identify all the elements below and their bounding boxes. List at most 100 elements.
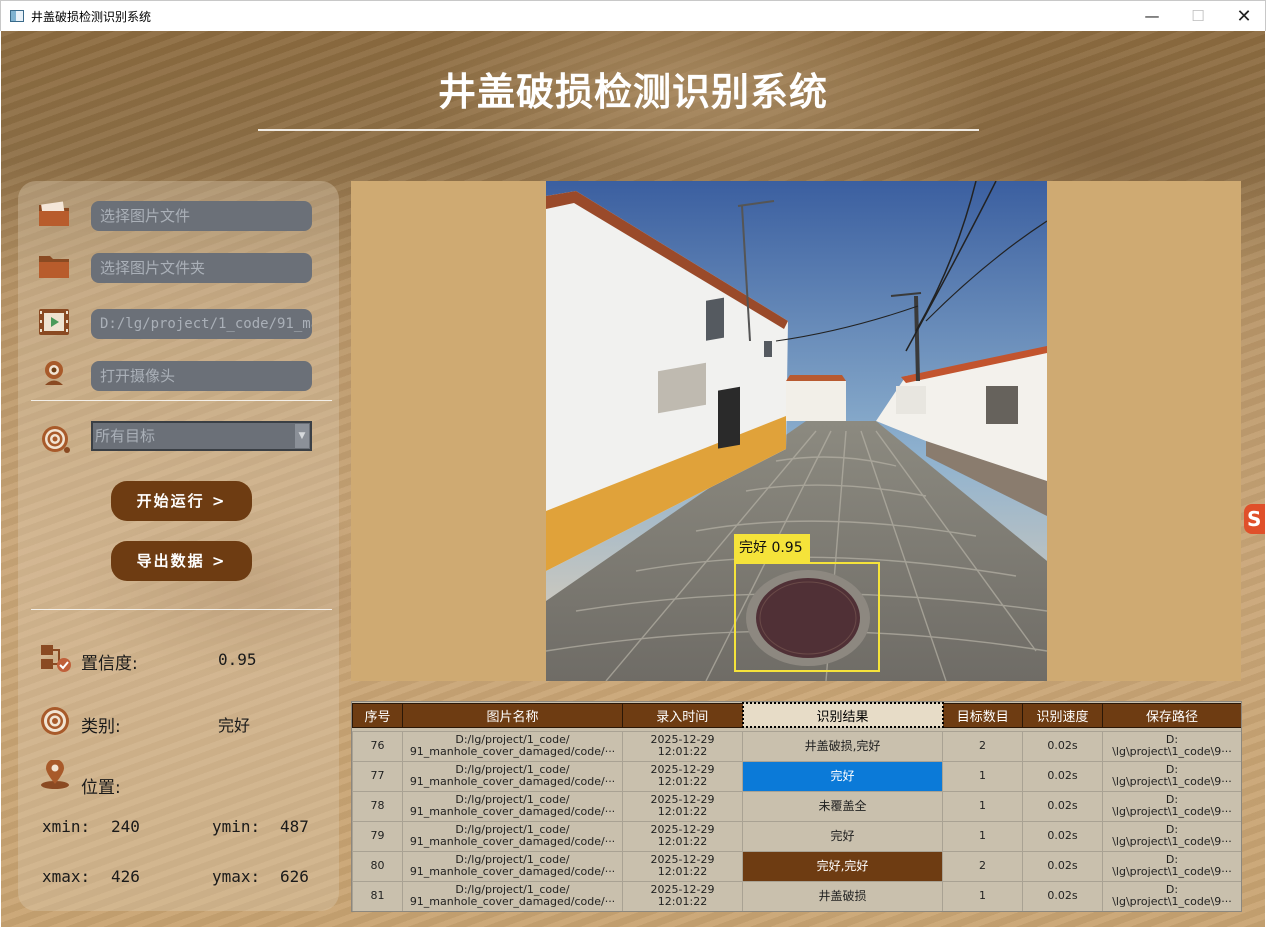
- cell-image-name: D:/lg/project/1_code/91_manhole_cover_da…: [402, 730, 623, 762]
- table-row[interactable]: 80 D:/lg/project/1_code/91_manhole_cover…: [352, 850, 1241, 882]
- table-row[interactable]: 76 D:/lg/project/1_code/91_manhole_cover…: [352, 730, 1241, 762]
- cell-result: 完好: [742, 820, 943, 852]
- detection-box: [734, 562, 880, 672]
- video-file-input[interactable]: D:/lg/project/1_code/91_manhole_cover_da…: [91, 309, 312, 339]
- table-row[interactable]: 78 D:/lg/project/1_code/91_manhole_cover…: [352, 790, 1241, 822]
- cell-entry-time: 2025-12-29 12:01:22: [622, 850, 743, 882]
- ymax-value: 626: [280, 867, 309, 886]
- cell-index: 81: [352, 880, 403, 911]
- cell-index: 80: [352, 850, 403, 882]
- cell-speed: 0.02s: [1022, 850, 1103, 882]
- webcam-icon: [45, 361, 63, 385]
- xmin-label: xmin:: [42, 817, 91, 836]
- table-row[interactable]: 77 D:/lg/project/1_code/91_manhole_cover…: [352, 760, 1241, 792]
- cell-entry-time: 2025-12-29 12:01:22: [622, 790, 743, 822]
- class-label: 类别:: [81, 717, 121, 737]
- col-header-save-path[interactable]: 保存路径: [1102, 702, 1241, 728]
- export-button[interactable]: 导出数据 >: [111, 541, 252, 581]
- cell-result-selected: 完好: [742, 760, 943, 792]
- target-select-value: 所有目标: [95, 427, 156, 445]
- class-icon: [41, 707, 69, 735]
- position-label: 位置:: [81, 778, 121, 798]
- table-row[interactable]: 81 D:/lg/project/1_code/91_manhole_cover…: [352, 880, 1241, 911]
- cell-image-name: D:/lg/project/1_code/91_manhole_cover_da…: [402, 790, 623, 822]
- cell-speed: 0.02s: [1022, 820, 1103, 852]
- xmax-value: 426: [111, 867, 140, 886]
- confidence-icon: [41, 645, 71, 672]
- video-file-icon: [39, 309, 69, 335]
- col-header-result[interactable]: 识别结果: [741, 702, 944, 728]
- cell-index: 78: [352, 790, 403, 822]
- cell-result-highlighted: 完好,完好: [742, 850, 943, 882]
- control-panel: 选择图片文件 选择图片文件夹 D:/lg/project/1_code/91_m…: [18, 181, 339, 911]
- xmin-value: 240: [111, 817, 140, 836]
- cell-result: 井盖破损,完好: [742, 730, 943, 762]
- image-file-icon: [39, 201, 69, 226]
- start-button[interactable]: 开始运行 >: [111, 481, 252, 521]
- confidence-label: 置信度:: [81, 654, 138, 674]
- cell-image-name: D:/lg/project/1_code/91_manhole_cover_da…: [402, 760, 623, 792]
- cell-image-name: D:/lg/project/1_code/91_manhole_cover_da…: [402, 880, 623, 911]
- cell-speed: 0.02s: [1022, 880, 1103, 911]
- image-display: 完好 0.95: [351, 181, 1241, 681]
- confidence-value: 0.95: [218, 650, 257, 669]
- cell-result: 井盖破损: [742, 880, 943, 911]
- detection-label: 完好 0.95: [734, 534, 810, 562]
- cell-image-name: D:/lg/project/1_code/91_manhole_cover_da…: [402, 850, 623, 882]
- table-row[interactable]: 79 D:/lg/project/1_code/91_manhole_cover…: [352, 820, 1241, 852]
- panel-divider: [31, 400, 332, 401]
- ymax-label: ymax:: [212, 867, 261, 886]
- cell-speed: 0.02s: [1022, 730, 1103, 762]
- title-underline: [258, 129, 979, 131]
- app-canvas: 井盖破损检测识别系统 选择图片文件 选择图片文件夹 D:/lg/project/…: [1, 31, 1265, 927]
- panel-divider: [31, 609, 332, 610]
- xmax-label: xmax:: [42, 867, 91, 886]
- cell-target-count: 2: [942, 730, 1023, 762]
- cell-entry-time: 2025-12-29 12:01:22: [622, 880, 743, 911]
- window-title: 井盖破损检测识别系统: [31, 10, 152, 24]
- col-header-image-name[interactable]: 图片名称: [402, 702, 623, 728]
- cell-target-count: 1: [942, 760, 1023, 792]
- results-table[interactable]: 序号 图片名称 录入时间 识别结果 目标数目 识别速度 保存路径 76 D:/l…: [351, 701, 1242, 912]
- cell-speed: 0.02s: [1022, 790, 1103, 822]
- cell-result: 未覆盖全: [742, 790, 943, 822]
- cell-save-path: D: \lg\project\1_code\9···: [1102, 730, 1241, 762]
- location-pin-icon: [41, 760, 69, 789]
- folder-icon: [39, 256, 69, 278]
- col-header-target-count[interactable]: 目标数目: [942, 702, 1023, 728]
- ymin-value: 487: [280, 817, 309, 836]
- chevron-down-icon[interactable]: ▼: [295, 424, 309, 448]
- class-value: 完好: [218, 716, 251, 735]
- app-window-icon: [10, 10, 24, 22]
- sogou-ime-badge[interactable]: S: [1244, 504, 1265, 534]
- cell-index: 79: [352, 820, 403, 852]
- street-photo: 完好 0.95: [546, 181, 1047, 681]
- cell-entry-time: 2025-12-29 12:01:22: [622, 820, 743, 852]
- ymin-label: ymin:: [212, 817, 261, 836]
- cell-save-path: D: \lg\project\1_code\9···: [1102, 760, 1241, 792]
- image-file-input[interactable]: 选择图片文件: [91, 201, 312, 231]
- image-folder-input[interactable]: 选择图片文件夹: [91, 253, 312, 283]
- cell-target-count: 2: [942, 850, 1023, 882]
- col-header-index[interactable]: 序号: [352, 702, 403, 728]
- cell-target-count: 1: [942, 820, 1023, 852]
- cell-save-path: D: \lg\project\1_code\9···: [1102, 850, 1241, 882]
- target-select[interactable]: 所有目标 ▼: [91, 421, 312, 451]
- cell-save-path: D: \lg\project\1_code\9···: [1102, 880, 1241, 911]
- cell-index: 76: [352, 730, 403, 762]
- page-title: 井盖破损检测识别系统: [437, 70, 828, 114]
- maximize-button[interactable]: ☐: [1175, 1, 1221, 32]
- cell-image-name: D:/lg/project/1_code/91_manhole_cover_da…: [402, 820, 623, 852]
- minimize-button[interactable]: —: [1129, 1, 1175, 32]
- cell-entry-time: 2025-12-29 12:01:22: [622, 760, 743, 792]
- close-button[interactable]: ✕: [1221, 1, 1266, 32]
- col-header-speed[interactable]: 识别速度: [1022, 702, 1103, 728]
- window-titlebar: 井盖破损检测识别系统 — ☐ ✕: [0, 0, 1266, 31]
- camera-input[interactable]: 打开摄像头: [91, 361, 312, 391]
- cell-target-count: 1: [942, 790, 1023, 822]
- target-icon: [42, 426, 70, 453]
- table-header-row: 序号 图片名称 录入时间 识别结果 目标数目 识别速度 保存路径: [352, 702, 1241, 728]
- cell-save-path: D: \lg\project\1_code\9···: [1102, 790, 1241, 822]
- cell-index: 77: [352, 760, 403, 792]
- col-header-entry-time[interactable]: 录入时间: [622, 702, 743, 728]
